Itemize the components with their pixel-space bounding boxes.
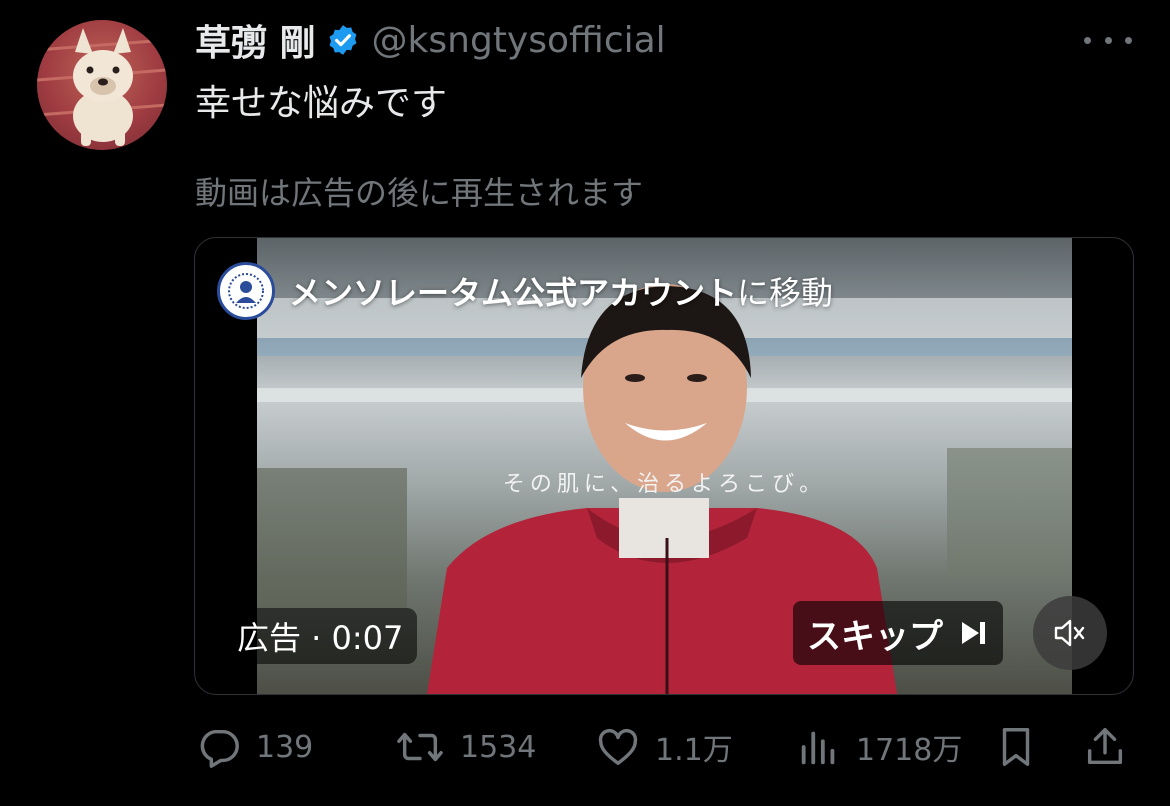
view-count: 1718万 (856, 733, 963, 768)
share-icon (1087, 728, 1123, 765)
dog-avatar-image (37, 20, 167, 150)
ad-video-caption: その肌に、治るよろこび。 (502, 472, 827, 497)
tweet-action-bar: 139 1534 1.1万 1718万 (0, 718, 1170, 776)
reply-count: 139 (256, 729, 314, 765)
author-name[interactable]: 草彅 剛 (195, 14, 316, 66)
mute-toggle-button[interactable] (1033, 596, 1107, 670)
retweet-count: 1534 (460, 729, 537, 765)
tweet-header: 草彅 剛 @ksngtysofficial (195, 14, 666, 66)
tweet-text: 幸せな悩みです (195, 83, 448, 124)
skip-ad-label: スキップ (807, 616, 943, 657)
skip-ad-button[interactable]: スキップ (793, 601, 1003, 665)
author-handle[interactable]: @ksngtysofficial (372, 20, 666, 61)
advertiser-link[interactable]: メンソレータム公式アカウント に移動 (217, 260, 833, 322)
reply-button[interactable]: 139 (196, 718, 313, 776)
like-count: 1.1万 (655, 733, 733, 768)
muted-speaker-icon (1054, 619, 1085, 647)
advertiser-logo-icon (217, 262, 275, 320)
media-notice: 動画は広告の後に再生されます (195, 174, 644, 212)
retweet-icon (397, 732, 443, 762)
advertiser-link-suffix: に移動 (737, 274, 834, 312)
views-button[interactable]: 1718万 (796, 718, 962, 776)
more-dot (1084, 36, 1091, 44)
bookmark-button[interactable] (993, 718, 1053, 776)
heart-icon (598, 728, 638, 766)
verified-badge-icon (329, 25, 357, 55)
author-avatar[interactable] (37, 20, 167, 150)
retweet-button[interactable]: 1534 (394, 718, 536, 776)
video-player[interactable]: その肌に、治るよろこび。 メンソレータム公式アカウント に移動 広告 · 0:0… (194, 237, 1134, 695)
reply-icon (200, 729, 239, 768)
more-dot (1104, 36, 1112, 44)
skip-next-icon (962, 622, 985, 644)
bookmark-icon (1002, 728, 1030, 766)
advertiser-name: メンソレータム公式アカウント (289, 274, 738, 312)
like-button[interactable]: 1.1万 (595, 718, 733, 776)
views-bar-chart-icon (801, 731, 835, 765)
share-button[interactable] (1082, 718, 1142, 776)
more-icon[interactable] (1084, 24, 1132, 56)
more-dot (1125, 36, 1132, 44)
ad-timer-badge: 広告 · 0:07 (223, 608, 418, 664)
